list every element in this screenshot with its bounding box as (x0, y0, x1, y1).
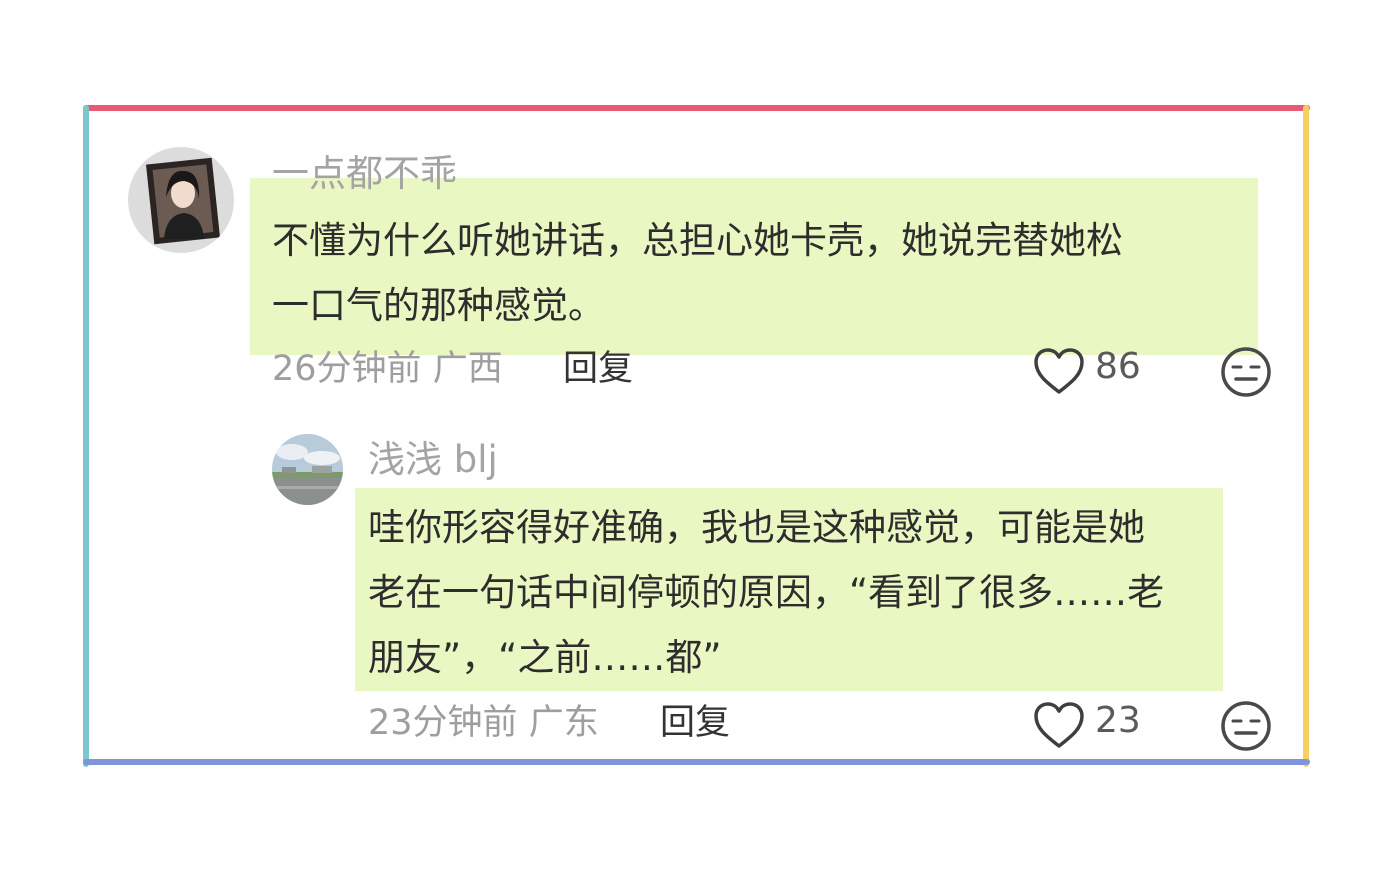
card-border-left (83, 105, 89, 767)
meh-face-icon[interactable] (1220, 346, 1272, 398)
heart-outline-icon[interactable] (1032, 700, 1086, 750)
card-border-bottom (83, 759, 1310, 765)
card-border-right (1303, 105, 1309, 767)
comment-2-time: 23分钟前 (368, 703, 518, 743)
comment-2-line-1: 哇你形容得好准确，我也是这种感觉，可能是她 (368, 506, 1145, 549)
comment-1-avatar[interactable] (128, 147, 234, 253)
user-avatar-portrait-icon (128, 147, 234, 253)
comment-2-username[interactable]: 浅浅 blj (368, 438, 498, 482)
comment-2-like-count: 23 (1095, 700, 1141, 741)
comment-1-reply-button[interactable]: 回复 (563, 348, 633, 390)
comment-2-avatar[interactable] (272, 434, 343, 505)
meh-face-icon[interactable] (1220, 700, 1272, 752)
comment-1-text: 不懂为什么听她讲话，总担心她卡壳，她说完替她松 一口气的那种感觉。 (272, 208, 1123, 338)
comment-1-time: 26分钟前 (272, 349, 422, 389)
comment-2-meta: 23分钟前 广东 (368, 702, 599, 744)
comment-2-location: 广东 (528, 703, 599, 743)
comment-1-meta: 26分钟前 广西 (272, 348, 503, 390)
comment-2-line-2: 老在一句话中间停顿的原因，“看到了很多……老 (368, 571, 1165, 614)
comment-2-reply-button[interactable]: 回复 (660, 702, 730, 744)
heart-outline-icon[interactable] (1032, 346, 1086, 396)
comment-2-line-3: 朋友”，“之前……都” (368, 636, 722, 679)
comment-1-like-count: 86 (1095, 346, 1141, 387)
user-avatar-landscape-icon (272, 434, 343, 505)
comment-1-line-1: 不懂为什么听她讲话，总担心她卡壳，她说完替她松 (272, 219, 1123, 262)
comment-1-location: 广西 (432, 349, 503, 389)
comment-1-line-2: 一口气的那种感觉。 (272, 284, 605, 327)
comment-1-username[interactable]: 一点都不乖 (272, 152, 457, 196)
comment-2-text: 哇你形容得好准确，我也是这种感觉，可能是她 老在一句话中间停顿的原因，“看到了很… (368, 495, 1164, 690)
card-border-top (83, 105, 1310, 111)
